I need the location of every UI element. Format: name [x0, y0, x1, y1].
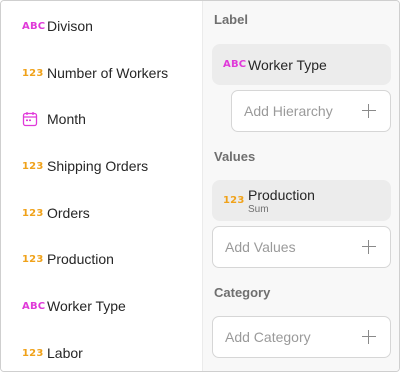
field-orders[interactable]: 123 Orders [1, 195, 201, 231]
plus-icon [362, 104, 376, 118]
number-type-icon: 123 [22, 347, 44, 359]
field-label: Worker Type [47, 298, 126, 314]
text-type-icon: ABC [223, 59, 247, 70]
field-label: Labor [47, 345, 83, 361]
add-values-dropzone[interactable]: Add Values [212, 226, 391, 268]
add-category-dropzone[interactable]: Add Category [212, 316, 391, 358]
chip-label: Production [248, 186, 315, 203]
number-type-icon: 123 [223, 195, 245, 206]
field-labor[interactable]: 123 Labor [1, 335, 201, 371]
text-type-icon: ABC [22, 300, 46, 312]
field-label: Number of Workers [47, 65, 169, 81]
field-shipping-orders[interactable]: 123 Shipping Orders [1, 148, 201, 184]
chip-label: Worker Type [248, 56, 327, 73]
field-label: Production [47, 251, 114, 267]
calendar-icon [22, 111, 44, 127]
text-type-icon: ABC [22, 20, 46, 32]
field-worker-type[interactable]: ABC Worker Type [1, 288, 201, 324]
add-hierarchy-dropzone[interactable]: Add Hierarchy [231, 90, 391, 132]
number-type-icon: 123 [22, 160, 44, 172]
label-section-title: Label [214, 12, 248, 27]
category-section-title: Category [214, 285, 271, 300]
number-type-icon: 123 [22, 67, 44, 79]
plus-icon [362, 330, 376, 344]
values-section-title: Values [214, 149, 256, 164]
add-hierarchy-placeholder: Add Hierarchy [244, 103, 333, 119]
fields-list: ABC Divison 123 Number of Workers Month … [1, 1, 202, 371]
number-type-icon: 123 [22, 253, 44, 265]
add-category-placeholder: Add Category [225, 329, 311, 345]
field-label: Orders [47, 205, 90, 221]
field-month[interactable]: Month [1, 101, 201, 137]
configuration-panel: Label ABC Worker Type Add Hierarchy Valu… [203, 1, 399, 371]
add-values-placeholder: Add Values [225, 239, 296, 255]
field-divison[interactable]: ABC Divison [1, 8, 201, 44]
data-editor: ABC Divison 123 Number of Workers Month … [0, 0, 400, 372]
label-field-chip[interactable]: ABC Worker Type [212, 44, 391, 85]
field-production[interactable]: 123 Production [1, 241, 201, 277]
field-label: Month [47, 111, 86, 127]
field-label: Shipping Orders [47, 158, 149, 174]
number-type-icon: 123 [22, 207, 44, 219]
aggregation-label: Sum [248, 203, 269, 215]
field-label: Divison [47, 18, 93, 34]
field-number-of-workers[interactable]: 123 Number of Workers [1, 55, 201, 91]
values-field-chip[interactable]: 123 Production Sum [212, 180, 391, 221]
plus-icon [362, 240, 376, 254]
